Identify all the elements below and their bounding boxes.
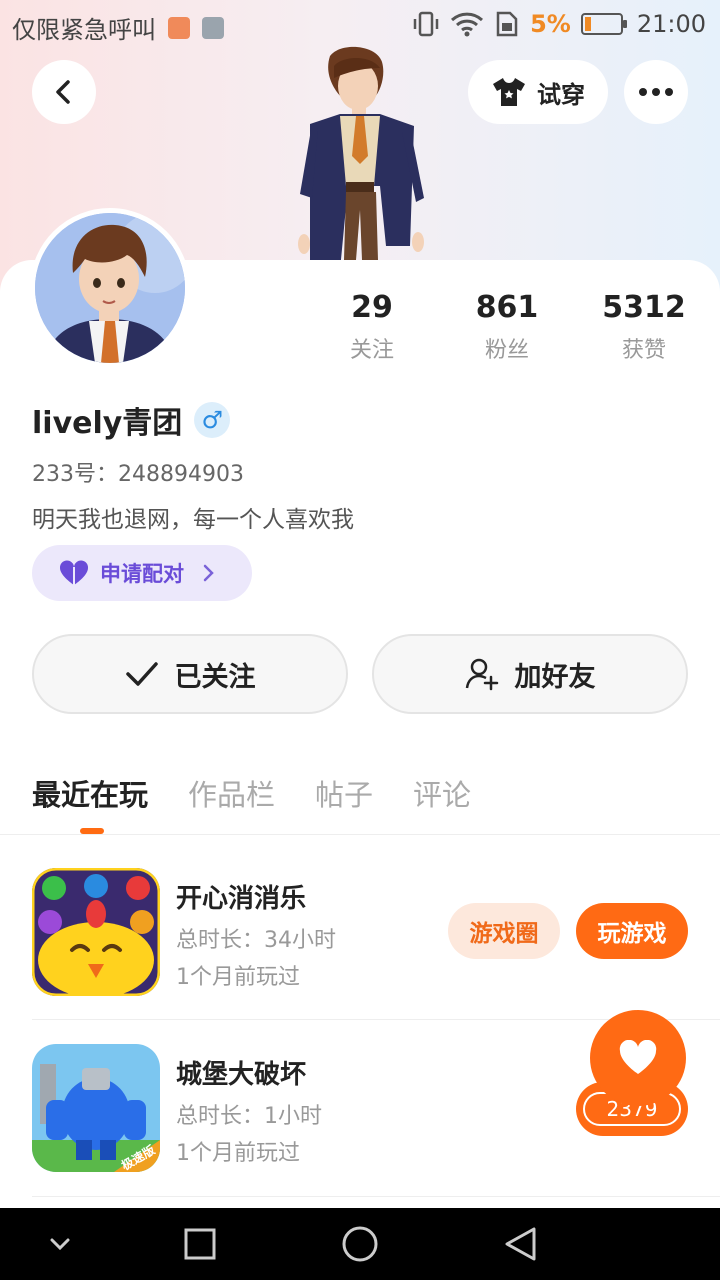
- stat-likes-label: 获赞: [621, 338, 666, 363]
- stat-following[interactable]: 29 关注: [302, 290, 442, 364]
- stat-followers[interactable]: 861 粉丝: [437, 290, 577, 364]
- add-friend-button[interactable]: 加好友: [372, 634, 688, 714]
- game-icon-castle-crush[interactable]: 极速版: [32, 1044, 160, 1172]
- avatar-figure-illustration: [298, 46, 424, 260]
- stat-likes[interactable]: 5312 获赞: [574, 290, 714, 364]
- chevron-left-icon: [56, 80, 70, 104]
- profile-tabs: 最近在玩 作品栏 帖子 评论: [32, 772, 471, 814]
- more-button[interactable]: [624, 60, 688, 124]
- apply-pair-button[interactable]: 申请配对: [32, 545, 252, 601]
- try-on-button[interactable]: 试穿: [468, 60, 608, 124]
- triangle-back-icon: [505, 1227, 536, 1261]
- image-notification-icon: [202, 16, 224, 39]
- tab-posts[interactable]: 帖子: [315, 772, 373, 814]
- game-duration: 总时长：1小时: [176, 1104, 322, 1129]
- wifi-icon: [451, 12, 484, 37]
- battery-percent: 5%: [530, 10, 571, 38]
- vibrate-icon: [413, 11, 439, 37]
- user-bio: 明天我也退网，每一个人喜欢我: [32, 507, 354, 533]
- like-button[interactable]: [590, 1010, 686, 1106]
- hide-nav-button[interactable]: [40, 1224, 80, 1264]
- happy-match-chick-icon: [32, 868, 160, 996]
- username: lively青团: [32, 406, 183, 441]
- carrier-text: 仅限紧急呼叫: [12, 16, 156, 44]
- sim-card-icon: [496, 11, 518, 37]
- play-game-button[interactable]: 玩游戏: [576, 903, 688, 959]
- heart-icon: [59, 560, 89, 585]
- avatar-portrait-icon: [35, 213, 185, 363]
- stat-following-value: 29: [351, 290, 393, 325]
- try-on-label: 试穿: [537, 80, 585, 109]
- tab-works[interactable]: 作品栏: [188, 772, 275, 814]
- circle-home-icon: [342, 1226, 378, 1262]
- stat-following-label: 关注: [349, 338, 394, 363]
- game-duration: 总时长：34小时: [176, 928, 336, 953]
- tab-recently-played[interactable]: 最近在玩: [32, 772, 148, 814]
- male-gender-icon: ♂: [194, 402, 231, 438]
- status-bar: 仅限紧急呼叫 5% 21:00: [0, 0, 720, 50]
- heart-icon: [619, 1040, 657, 1074]
- add-friend-label: 加好友: [514, 661, 596, 693]
- tab-comments[interactable]: 评论: [413, 772, 471, 814]
- recent-apps-button[interactable]: [180, 1224, 220, 1264]
- checkmark-icon: [125, 662, 158, 686]
- stat-likes-value: 5312: [602, 290, 686, 325]
- chevron-right-icon: [203, 564, 214, 582]
- system-navigation-bar: [0, 1208, 720, 1280]
- game-name: 开心消消乐: [176, 884, 307, 914]
- list-divider: [32, 1196, 720, 1197]
- add-person-icon: [465, 658, 498, 691]
- tshirt-icon: [493, 78, 525, 106]
- home-button[interactable]: [340, 1224, 380, 1264]
- game-last-played: 1个月前玩过: [176, 1141, 300, 1166]
- battery-icon: [580, 13, 627, 35]
- stat-followers-value: 861: [475, 290, 539, 325]
- following-button[interactable]: 已关注: [32, 634, 348, 714]
- game-name: 城堡大破坏: [176, 1060, 307, 1090]
- back-button[interactable]: [32, 60, 96, 124]
- back-nav-button[interactable]: [500, 1224, 540, 1264]
- clock-time: 21:00: [636, 10, 706, 38]
- list-item[interactable]: 开心消消乐 总时长：34小时 1个月前玩过 游戏圈 玩游戏: [32, 868, 720, 998]
- square-icon: [184, 1228, 216, 1260]
- apply-pair-label: 申请配对: [100, 562, 184, 586]
- avatar[interactable]: [30, 208, 190, 368]
- username-row: lively青团 ♂: [32, 398, 231, 442]
- game-last-played: 1个月前玩过: [176, 965, 300, 990]
- user-id: 233号：248894903: [32, 462, 244, 487]
- stat-followers-label: 粉丝: [484, 338, 529, 363]
- game-icon-happy-match[interactable]: [32, 868, 160, 996]
- chevron-down-icon: [50, 1238, 70, 1250]
- following-label: 已关注: [174, 661, 256, 693]
- game-circle-button[interactable]: 游戏圈: [448, 903, 560, 959]
- notification-app-icon: [168, 16, 190, 39]
- tabs-divider: [0, 834, 720, 835]
- more-dots-icon: [639, 88, 673, 96]
